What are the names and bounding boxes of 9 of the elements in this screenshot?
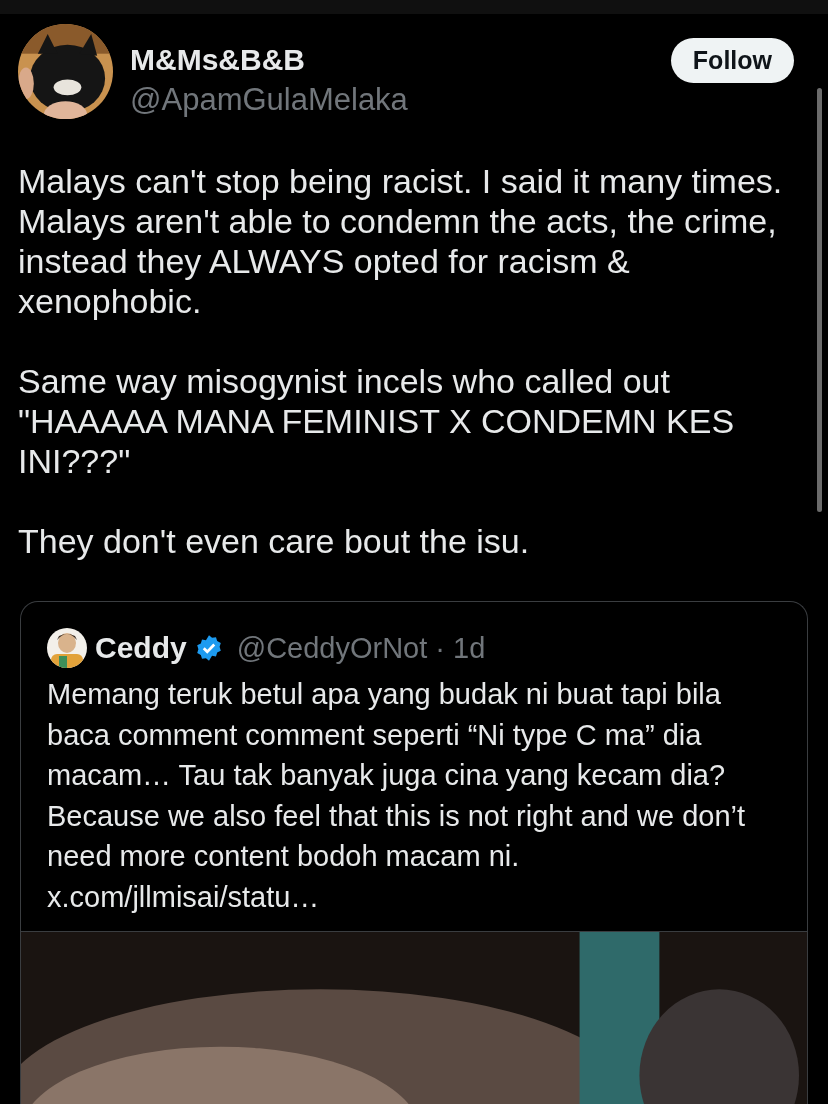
quoted-handle-time: @CeddyOrNot · 1d (236, 631, 486, 665)
author-handle[interactable]: @ApamGulaMelaka (130, 82, 408, 118)
follow-button[interactable]: Follow (670, 38, 794, 83)
tweet-text: They don't even care bout the isu. (18, 521, 531, 561)
quoted-tweet-card[interactable] (20, 601, 808, 1104)
tweet-text: Same way misogynist incels who called out "HAAAAA MANA FEMINIST X CONDEMN KES INI???" (18, 361, 736, 481)
author-name[interactable]: M&Ms&B&B (130, 42, 305, 78)
tweet-text: Malays can't stop being racist. I said it many times. Malays aren't able to condemn the acts, the crime, instead they ALWAYS opted for racism & xenophobic. (18, 161, 784, 321)
quoted-author-name[interactable]: Ceddy (95, 631, 187, 665)
